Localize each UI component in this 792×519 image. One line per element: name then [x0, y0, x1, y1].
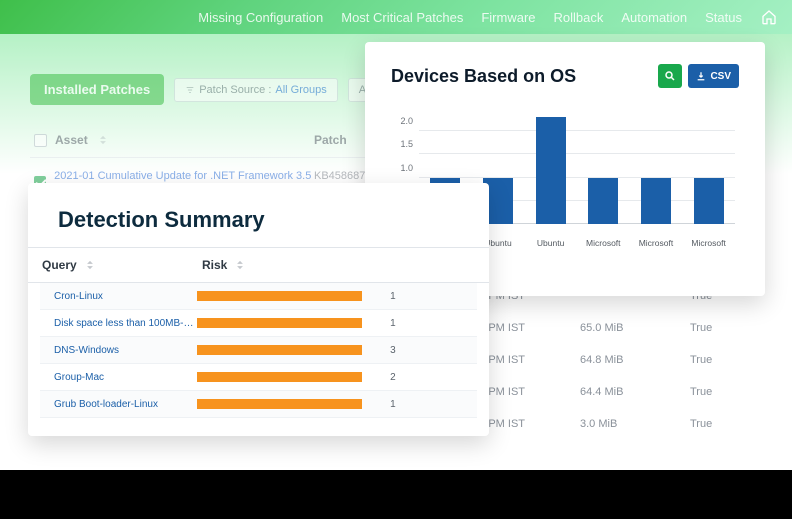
col-query[interactable]: Query — [42, 258, 77, 272]
app-stage: Missing Configuration Most Critical Patc… — [0, 0, 792, 470]
filter-value: All Groups — [275, 84, 326, 96]
y-tick: 1.5 — [400, 139, 413, 149]
query-name[interactable]: Group-Mac — [40, 372, 197, 383]
risk-bar — [197, 399, 362, 409]
tab-installed-patches[interactable]: Installed Patches — [30, 74, 164, 105]
detection-row[interactable]: Disk space less than 100MB-windows 1 — [40, 310, 477, 337]
bg-row: :00 PM IST64.8 MiBTrue1 — [470, 344, 762, 376]
nav-rollback[interactable]: Rollback — [554, 10, 604, 25]
query-name[interactable]: Disk space less than 100MB-windows — [40, 318, 197, 329]
filter-label: Patch Source : — [199, 84, 271, 96]
query-name[interactable]: DNS-Windows — [40, 345, 197, 356]
detection-row[interactable]: Group-Mac 2 — [40, 364, 477, 391]
y-tick: 2.0 — [400, 116, 413, 126]
select-all-checkbox[interactable] — [34, 134, 47, 147]
csv-label: CSV — [710, 71, 731, 82]
risk-bar — [197, 291, 362, 301]
nav-automation[interactable]: Automation — [621, 10, 687, 25]
detection-row[interactable]: DNS-Windows 3 — [40, 337, 477, 364]
count-value: 1 — [372, 399, 477, 410]
risk-bar — [197, 372, 362, 382]
query-name[interactable]: Grub Boot-loader-Linux — [40, 399, 197, 410]
nav-firmware[interactable]: Firmware — [481, 10, 535, 25]
filter-patch-source[interactable]: Patch Source : All Groups — [174, 78, 338, 102]
bar[interactable] — [530, 117, 572, 224]
bg-row: :00 PM IST64.4 MiBTrue1 — [470, 376, 762, 408]
bg-row: :00 PM IST3.0 MiBTrue1 — [470, 408, 762, 440]
nav-missing-config[interactable]: Missing Configuration — [198, 10, 323, 25]
count-value: 1 — [372, 291, 477, 302]
detection-row[interactable]: Cron-Linux 1 — [40, 283, 477, 310]
nav-status[interactable]: Status — [705, 10, 742, 25]
x-label: Microsoft — [582, 238, 624, 248]
count-value: 3 — [372, 345, 477, 356]
detection-panel: Detection Summary Query Risk Cron-Linux … — [28, 183, 489, 436]
risk-bar — [197, 318, 362, 328]
bar[interactable] — [635, 178, 677, 224]
export-csv-button[interactable]: CSV — [688, 64, 739, 88]
chart-title: Devices Based on OS — [391, 66, 576, 87]
sort-icon[interactable] — [96, 133, 110, 147]
nav-critical-patches[interactable]: Most Critical Patches — [341, 10, 463, 25]
col-asset[interactable]: Asset — [55, 133, 88, 147]
count-value: 1 — [372, 318, 477, 329]
bar[interactable] — [582, 178, 624, 224]
chart-search-button[interactable] — [658, 64, 682, 88]
risk-bar — [197, 345, 362, 355]
detection-row[interactable]: Grub Boot-loader-Linux 1 — [40, 391, 477, 418]
detection-title: Detection Summary — [28, 207, 489, 247]
x-label: Microsoft — [635, 238, 677, 248]
bar[interactable] — [688, 178, 730, 224]
y-tick: 1.0 — [400, 163, 413, 173]
col-risk[interactable]: Risk — [202, 258, 227, 272]
top-nav: Missing Configuration Most Critical Patc… — [0, 0, 792, 34]
bg-row: :00 PM IST65.0 MiBTrue — [470, 312, 762, 344]
bg-data-rows: :00 PM ISTTrue:00 PM IST65.0 MiBTrue:00 … — [470, 280, 762, 440]
x-label: Ubuntu — [530, 238, 572, 248]
query-name[interactable]: Cron-Linux — [40, 291, 197, 302]
count-value: 2 — [372, 372, 477, 383]
sort-icon[interactable] — [233, 258, 247, 272]
home-icon[interactable] — [760, 8, 778, 26]
x-label: Microsoft — [688, 238, 730, 248]
sort-icon[interactable] — [83, 258, 97, 272]
